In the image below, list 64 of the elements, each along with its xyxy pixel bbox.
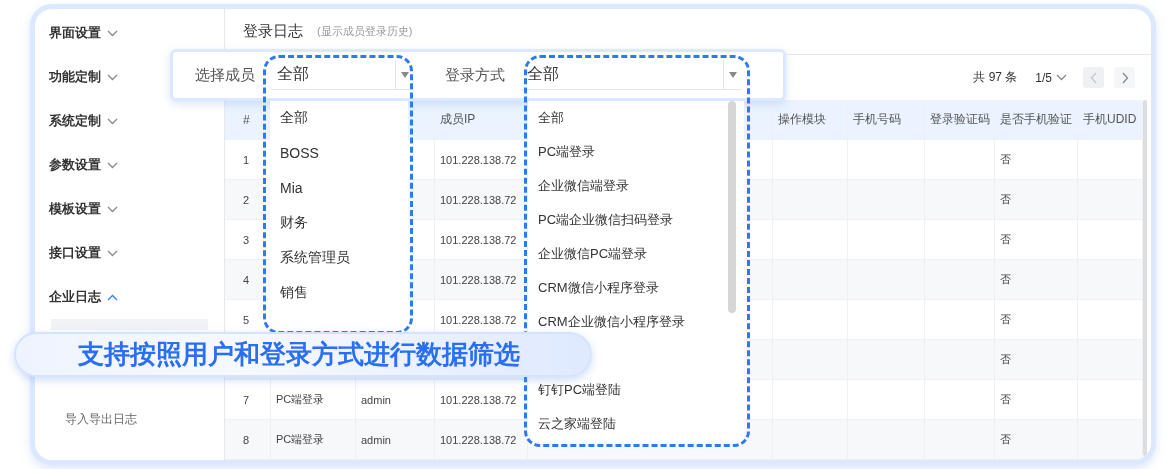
- dropdown-option[interactable]: 企业微信PC端登录: [528, 244, 744, 264]
- dropdown-option[interactable]: 销售: [270, 283, 408, 303]
- sidebar-item[interactable]: 参数设置: [49, 143, 118, 187]
- filter-label: 选择成员: [195, 65, 256, 85]
- chevron-left-icon: [1089, 71, 1098, 84]
- chevron-down-icon: [1056, 74, 1067, 81]
- table-cell: 否: [995, 340, 1078, 379]
- table-cell: 否: [995, 180, 1078, 219]
- chevron-down-icon: [107, 205, 118, 213]
- table-cell: 否: [995, 220, 1078, 259]
- sidebar-item[interactable]: 模板设置: [49, 187, 118, 231]
- chevron-right-icon: [1120, 71, 1129, 84]
- scrollbar[interactable]: [1143, 100, 1147, 456]
- page-title: 登录日志: [243, 22, 303, 41]
- column-header: 登录验证码: [925, 100, 995, 139]
- dropdown-option[interactable]: 钉钉PC端登陆: [528, 380, 744, 400]
- table-cell: 否: [995, 260, 1078, 299]
- page-select[interactable]: 1/5: [1035, 70, 1067, 85]
- table-cell: 否: [995, 140, 1078, 179]
- chevron-down-icon: [107, 161, 118, 169]
- chevron-up-icon: [107, 293, 118, 301]
- dropdown-option[interactable]: 全部: [270, 108, 408, 128]
- scrollbar[interactable]: [728, 101, 736, 313]
- next-page-button[interactable]: [1114, 67, 1135, 88]
- table-cell: 8: [225, 420, 271, 459]
- page-subtitle: (显示成员登录历史): [317, 24, 413, 39]
- sidebar-item[interactable]: 功能定制: [49, 55, 118, 99]
- total-count: 共 97 条: [973, 69, 1018, 86]
- dropdown-option[interactable]: BOSS: [270, 143, 408, 163]
- table-cell: 否: [995, 300, 1078, 339]
- table-cell: admin: [356, 380, 435, 419]
- select-field[interactable]: 全部: [271, 60, 413, 90]
- dropdown-option[interactable]: Mia: [270, 178, 408, 198]
- table-cell: PC端登录: [271, 380, 356, 419]
- dropdown-option[interactable]: 云之家端登陆: [528, 414, 744, 434]
- table-cell: 否: [995, 420, 1078, 459]
- dropdown-option[interactable]: CRM企业微信小程序登录: [528, 312, 744, 332]
- dropdown-option[interactable]: 系统管理员: [270, 248, 408, 268]
- caret-icon: [400, 71, 409, 78]
- sidebar-subitem[interactable]: 导入导出日志: [51, 399, 208, 439]
- chevron-down-icon: [107, 249, 118, 257]
- sidebar-item[interactable]: 系统定制: [49, 99, 118, 143]
- table-cell: PC端登录: [271, 420, 356, 459]
- dropdown-option[interactable]: PC端企业微信扫码登录: [528, 210, 744, 230]
- chevron-down-icon: [107, 117, 118, 125]
- select-field[interactable]: 全部: [521, 60, 741, 90]
- table-cell: 7: [225, 380, 271, 419]
- column-header: 是否手机验证: [995, 100, 1078, 139]
- dropdown-option[interactable]: 企业微信端登录: [528, 176, 744, 196]
- table-cell: 否: [995, 380, 1078, 419]
- banner-text: 支持按照用户和登录方式进行数据筛选: [78, 338, 520, 371]
- filter-label: 登录方式: [445, 65, 506, 85]
- sidebar-item[interactable]: 接口设置: [49, 231, 118, 275]
- table-cell: admin: [356, 420, 435, 459]
- dropdown-option[interactable]: CRM微信小程序登录: [528, 278, 744, 298]
- caret-icon: [728, 71, 737, 78]
- dropdown-option[interactable]: 财务: [270, 213, 408, 233]
- sidebar-item[interactable]: 界面设置: [49, 11, 118, 55]
- column-header: 手机号码: [848, 100, 925, 139]
- chevron-down-icon: [107, 29, 118, 37]
- dropdown-option[interactable]: 全部: [528, 108, 744, 128]
- sidebar-item[interactable]: 企业日志: [49, 275, 118, 319]
- dropdown-option[interactable]: PC端登录: [528, 142, 744, 162]
- chevron-down-icon: [107, 73, 118, 81]
